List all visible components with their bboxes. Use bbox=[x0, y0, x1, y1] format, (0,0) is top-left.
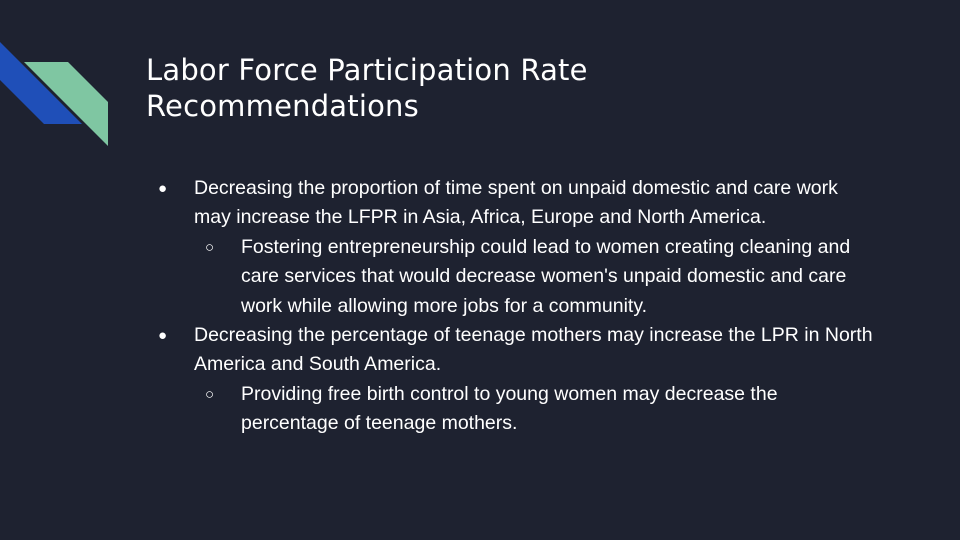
bullet-marker-filled-icon: ● bbox=[158, 180, 168, 197]
bullet-item-1: ● Decreasing the proportion of time spen… bbox=[158, 174, 878, 233]
sub-bullet-text-2: Providing free birth control to young wo… bbox=[241, 382, 778, 435]
slide-title: Labor Force Participation Rate Recommend… bbox=[146, 52, 906, 124]
bullet-text-1: Decreasing the proportion of time spent … bbox=[194, 177, 838, 229]
bullet-text-2: Decreasing the percentage of teenage mot… bbox=[194, 324, 873, 376]
slide-title-line-2: Recommendations bbox=[146, 89, 419, 123]
bullet-item-2: ● Decreasing the percentage of teenage m… bbox=[158, 321, 878, 380]
bullet-marker-filled-icon: ● bbox=[158, 327, 168, 345]
bullet-list: ● Decreasing the proportion of time spen… bbox=[158, 174, 878, 439]
corner-accent-decoration bbox=[0, 42, 108, 146]
slide: Labor Force Participation Rate Recommend… bbox=[0, 0, 960, 540]
sub-bullet-marker-hollow-icon: ○ bbox=[205, 385, 215, 403]
sub-bullet-text-1: Fostering entrepreneurship could lead to… bbox=[241, 235, 851, 317]
slide-title-line-1: Labor Force Participation Rate bbox=[146, 53, 588, 87]
sub-bullet-marker-hollow-icon: ○ bbox=[205, 238, 215, 256]
sub-bullet-item-2: ○ Providing free birth control to young … bbox=[158, 380, 878, 439]
sub-bullet-item-1: ○ Fostering entrepreneurship could lead … bbox=[158, 233, 878, 321]
